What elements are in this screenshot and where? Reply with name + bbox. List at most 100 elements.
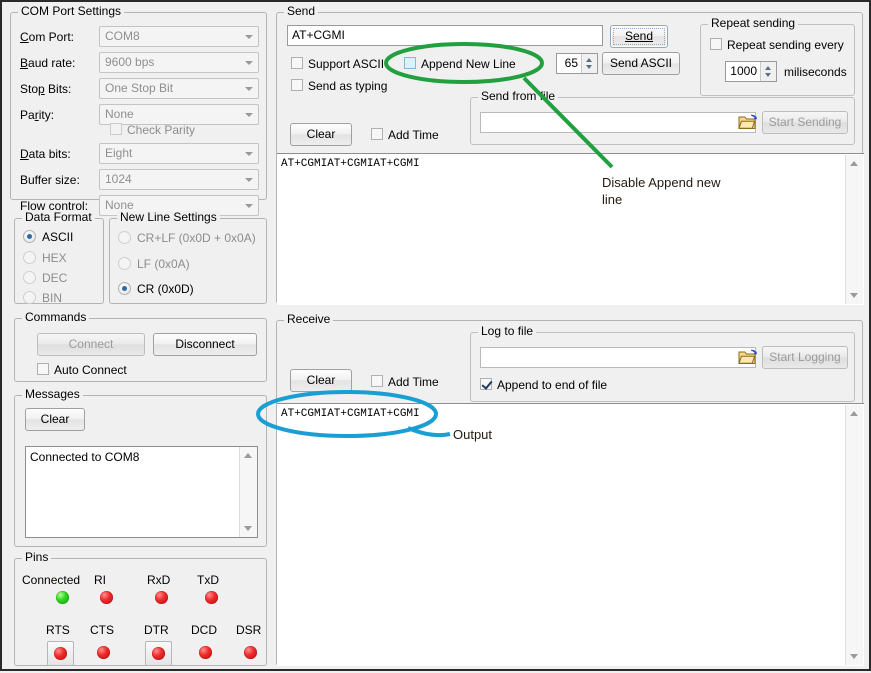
led-rts (54, 647, 67, 660)
commands-title: Commands (22, 311, 89, 323)
send-from-file-group: Send from file Start Sending (470, 97, 855, 145)
data-format-option-ascii[interactable]: ASCII (23, 230, 73, 244)
messages-scrollbar[interactable] (239, 447, 257, 537)
auto-connect-label: Auto Connect (54, 363, 127, 377)
start-logging-button[interactable]: Start Logging (762, 346, 848, 369)
repeat-sending-checkbox[interactable]: Repeat sending every (710, 38, 844, 52)
parity-select[interactable]: None (99, 104, 259, 125)
pin-label-txd: TxD (197, 573, 219, 587)
send-output-scrollbar[interactable] (845, 155, 863, 304)
scroll-up-icon[interactable] (850, 161, 858, 166)
parity-label: Parity: (20, 108, 54, 122)
spinner-updown-icon[interactable] (760, 62, 776, 81)
checkbox-box-icon (404, 57, 416, 69)
radio-icon (118, 257, 131, 270)
com-port-settings-title: COM Port Settings (18, 5, 124, 17)
new-line-option-label: LF (0x0A) (137, 257, 190, 271)
scroll-down-icon[interactable] (850, 654, 858, 659)
com-port-select[interactable]: COM8 (99, 26, 259, 47)
send-command-input[interactable]: AT+CGMI (287, 25, 603, 46)
receive-output-area[interactable]: AT+CGMIAT+CGMIAT+CGMI (277, 403, 864, 666)
buffer-size-value: 1024 (105, 172, 132, 186)
receive-clear-button[interactable]: Clear (290, 369, 352, 392)
annotation-text-disable-append-new-line: Disable Append new line (602, 174, 762, 208)
connect-button[interactable]: Connect (37, 333, 145, 356)
send-add-time-checkbox[interactable]: Add Time (371, 128, 439, 142)
stop-bits-select[interactable]: One Stop Bit (99, 78, 259, 99)
com-port-value: COM8 (105, 29, 140, 43)
ascii-code-spinner[interactable]: 65 (556, 53, 598, 74)
receive-add-time-label: Add Time (388, 375, 439, 389)
disconnect-button[interactable]: Disconnect (153, 333, 257, 356)
start-sending-button[interactable]: Start Sending (762, 111, 848, 134)
append-new-line-checkbox[interactable]: Append New Line (404, 57, 516, 71)
browse-folder-icon[interactable] (738, 349, 758, 366)
support-ascii-checkbox[interactable]: Support ASCII (291, 57, 384, 71)
repeat-units-label: miliseconds (784, 65, 847, 79)
auto-connect-checkbox[interactable]: Auto Connect (37, 363, 127, 377)
append-end-of-file-checkbox[interactable]: Append to end of file (480, 378, 607, 392)
data-format-option-bin[interactable]: BIN (23, 291, 62, 305)
led-rxd (155, 591, 168, 604)
pin-label-ri: RI (94, 573, 106, 587)
data-format-option-label: DEC (42, 271, 67, 285)
led-dsr (244, 646, 257, 659)
spinner-updown-icon[interactable] (581, 54, 597, 73)
buffer-size-select[interactable]: 1024 (99, 169, 259, 190)
pin-label-connected: Connected (22, 573, 80, 587)
send-button[interactable]: Send (610, 25, 668, 48)
scroll-up-icon[interactable] (244, 453, 252, 458)
log-file-path-input[interactable] (480, 347, 756, 368)
checkbox-box-icon (480, 378, 492, 390)
radio-icon (23, 271, 36, 284)
data-format-option-dec[interactable]: DEC (23, 271, 67, 285)
receive-add-time-checkbox[interactable]: Add Time (371, 375, 439, 389)
radio-icon (23, 291, 36, 304)
repeat-interval-spinner[interactable]: 1000 (725, 61, 777, 82)
log-to-file-title: Log to file (478, 325, 536, 337)
send-add-time-label: Add Time (388, 128, 439, 142)
send-ascii-button[interactable]: Send ASCII (602, 52, 680, 75)
checkbox-box-icon (110, 123, 122, 135)
led-dtr (152, 647, 165, 660)
chevron-down-icon (245, 113, 253, 117)
led-connected (56, 591, 69, 604)
send-clear-button[interactable]: Clear (290, 123, 352, 146)
parity-value: None (105, 107, 134, 121)
new-line-option-lf[interactable]: LF (0x0A) (118, 257, 190, 271)
append-end-of-file-label: Append to end of file (497, 378, 607, 392)
baud-rate-value: 9600 bps (105, 55, 154, 69)
repeat-sending-group: Repeat sending Repeat sending every 1000… (700, 24, 855, 96)
rts-toggle-button[interactable] (47, 641, 74, 666)
new-line-settings-group: New Line Settings CR+LF (0x0D + 0x0A) LF… (109, 218, 267, 304)
new-line-option-crlf[interactable]: CR+LF (0x0D + 0x0A) (118, 231, 256, 245)
messages-clear-button[interactable]: Clear (25, 408, 85, 431)
send-output-area[interactable]: AT+CGMIAT+CGMIAT+CGMI (277, 153, 864, 305)
receive-output-scrollbar[interactable] (845, 405, 863, 665)
browse-folder-icon[interactable] (738, 114, 758, 131)
scroll-down-icon[interactable] (850, 293, 858, 298)
messages-title: Messages (22, 388, 83, 400)
send-file-path-input[interactable] (480, 112, 756, 133)
annotation-text-output: Output (453, 426, 492, 443)
data-format-option-hex[interactable]: HEX (23, 251, 67, 265)
led-dcd (199, 646, 212, 659)
radio-icon (118, 231, 131, 244)
send-as-typing-checkbox[interactable]: Send as typing (291, 79, 387, 93)
stop-bits-value: One Stop Bit (105, 81, 173, 95)
send-group: Send AT+CGMI Send Support ASCII Append N… (276, 12, 863, 304)
repeat-interval-value: 1000 (726, 62, 760, 81)
data-format-title: Data Format (22, 211, 95, 223)
messages-group: Messages Clear Connected to COM8 (14, 395, 267, 547)
check-parity-checkbox[interactable]: Check Parity (110, 123, 195, 137)
dtr-toggle-button[interactable] (145, 641, 172, 666)
baud-rate-select[interactable]: 9600 bps (99, 52, 259, 73)
chevron-down-icon (245, 178, 253, 182)
data-bits-select[interactable]: Eight (99, 143, 259, 164)
scroll-down-icon[interactable] (244, 526, 252, 531)
scroll-up-icon[interactable] (850, 411, 858, 416)
new-line-option-cr[interactable]: CR (0x0D) (118, 282, 194, 296)
send-as-typing-label: Send as typing (308, 79, 387, 93)
checkbox-box-icon (37, 363, 49, 375)
messages-log-area[interactable]: Connected to COM8 (25, 446, 258, 538)
